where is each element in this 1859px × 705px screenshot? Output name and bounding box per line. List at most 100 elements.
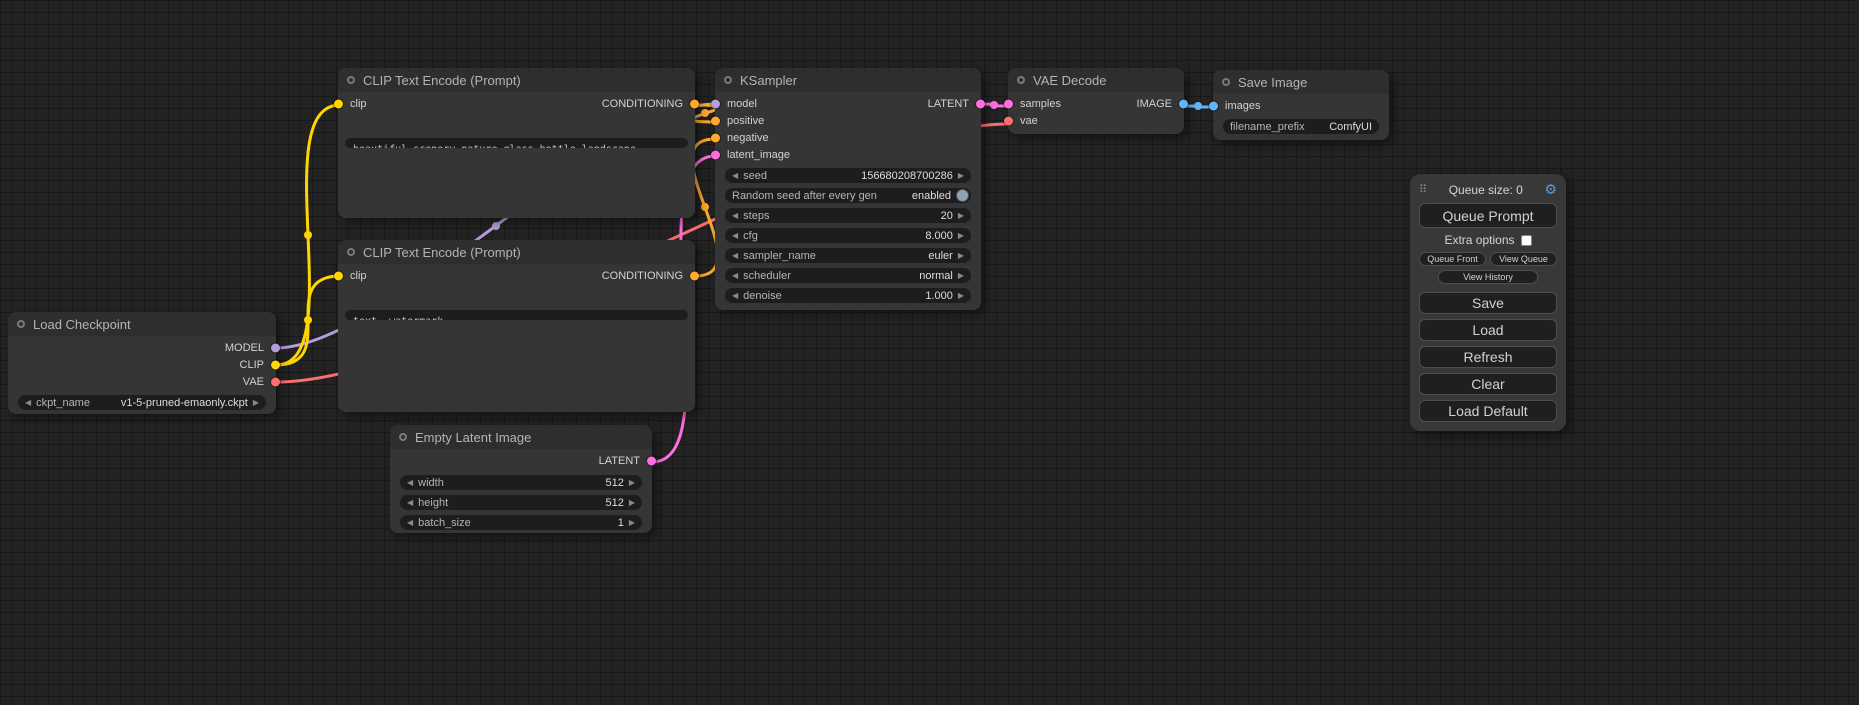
widget-steps[interactable]: ◀ steps 20 ▶ (725, 208, 971, 223)
widget-value: 1 (618, 517, 624, 529)
increment-arrow-icon[interactable]: ▶ (958, 272, 964, 280)
node-title-bar[interactable]: Load Checkpoint (8, 312, 276, 336)
node-load-checkpoint[interactable]: Load Checkpoint MODEL CLIP VAE ◀ ckpt_na… (8, 312, 276, 414)
output-label: MODEL (225, 342, 264, 354)
collapse-dot-icon[interactable] (399, 433, 407, 441)
positive-input-dot[interactable] (711, 116, 720, 125)
drag-handle-icon[interactable]: ⠿ (1419, 183, 1427, 196)
positive-prompt-textarea[interactable]: beautiful scenery nature glass bottle la… (345, 138, 688, 148)
widget-filename-prefix[interactable]: filename_prefix ComfyUI (1223, 119, 1379, 134)
save-button[interactable]: Save (1419, 292, 1557, 314)
conditioning-output-dot[interactable] (690, 100, 699, 109)
node-graph-canvas[interactable]: Load Checkpoint MODEL CLIP VAE ◀ ckpt_na… (0, 0, 1859, 705)
increment-arrow-icon[interactable]: ▶ (629, 499, 635, 507)
clip-input-dot[interactable] (334, 100, 343, 109)
increment-arrow-icon[interactable]: ▶ (958, 232, 964, 240)
slot-row: clip CONDITIONING (338, 267, 695, 285)
toggle-knob[interactable] (956, 189, 969, 202)
view-queue-button[interactable]: View Queue (1490, 252, 1557, 266)
widget-label: seed (743, 170, 767, 182)
widget-width[interactable]: ◀ width 512 ▶ (400, 475, 642, 490)
widget-value: ComfyUI (1329, 121, 1372, 133)
link-midpoint-dot (1194, 102, 1202, 110)
node-vae-decode[interactable]: VAE Decode samples IMAGE vae (1008, 68, 1184, 134)
widget-random-seed-toggle[interactable]: Random seed after every gen enabled (725, 188, 971, 203)
images-input-dot[interactable] (1209, 101, 1218, 110)
decrement-arrow-icon[interactable]: ◀ (732, 292, 738, 300)
increment-arrow-icon[interactable]: ▶ (958, 212, 964, 220)
widget-cfg[interactable]: ◀ cfg 8.000 ▶ (725, 228, 971, 243)
decrement-arrow-icon[interactable]: ◀ (732, 212, 738, 220)
view-history-button[interactable]: View History (1438, 270, 1537, 284)
samples-input-dot[interactable] (1004, 99, 1013, 108)
node-title-bar[interactable]: KSampler (715, 68, 981, 92)
model-input-dot[interactable] (711, 99, 720, 108)
widget-height[interactable]: ◀ height 512 ▶ (400, 495, 642, 510)
output-label: CLIP (240, 359, 264, 371)
decrement-arrow-icon[interactable]: ◀ (732, 232, 738, 240)
extra-options-checkbox[interactable] (1521, 235, 1532, 246)
extra-options-label: Extra options (1444, 233, 1514, 247)
increment-arrow-icon[interactable]: ▶ (958, 252, 964, 260)
node-clip-text-encode-negative[interactable]: CLIP Text Encode (Prompt) clip CONDITION… (338, 240, 695, 412)
clip-input-dot[interactable] (334, 272, 343, 281)
image-output-dot[interactable] (1179, 99, 1188, 108)
collapse-dot-icon[interactable] (1222, 78, 1230, 86)
clear-button[interactable]: Clear (1419, 373, 1557, 395)
node-empty-latent-image[interactable]: Empty Latent Image LATENT ◀ width 512 ▶ … (390, 425, 652, 533)
node-save-image[interactable]: Save Image images filename_prefix ComfyU… (1213, 70, 1389, 140)
increment-arrow-icon[interactable]: ▶ (958, 172, 964, 180)
widget-value: euler (928, 250, 952, 262)
widget-sampler-name[interactable]: ◀ sampler_name euler ▶ (725, 248, 971, 263)
vae-input-dot[interactable] (1004, 116, 1013, 125)
increment-arrow-icon[interactable]: ▶ (958, 292, 964, 300)
queue-prompt-button[interactable]: Queue Prompt (1419, 203, 1557, 228)
node-title-bar[interactable]: Empty Latent Image (390, 425, 652, 449)
node-title-bar[interactable]: VAE Decode (1008, 68, 1184, 92)
widget-seed[interactable]: ◀ seed 156680208700286 ▶ (725, 168, 971, 183)
node-title: KSampler (740, 73, 797, 88)
conditioning-output-dot[interactable] (690, 272, 699, 281)
decrement-arrow-icon[interactable]: ◀ (407, 499, 413, 507)
decrement-arrow-icon[interactable]: ◀ (407, 479, 413, 487)
latent-output-dot[interactable] (647, 457, 656, 466)
refresh-button[interactable]: Refresh (1419, 346, 1557, 368)
latent-image-input-dot[interactable] (711, 150, 720, 159)
widget-ckpt-name[interactable]: ◀ ckpt_name v1-5-pruned-emaonly.ckpt ▶ (18, 395, 266, 410)
node-ksampler[interactable]: KSampler model LATENT positive negative … (715, 68, 981, 310)
load-default-button[interactable]: Load Default (1419, 400, 1557, 422)
increment-arrow-icon[interactable]: ▶ (253, 399, 259, 407)
widget-scheduler[interactable]: ◀ scheduler normal ▶ (725, 268, 971, 283)
widget-denoise[interactable]: ◀ denoise 1.000 ▶ (725, 288, 971, 303)
node-title-bar[interactable]: CLIP Text Encode (Prompt) (338, 68, 695, 92)
settings-gear-icon[interactable]: ⚙ (1544, 181, 1557, 198)
collapse-dot-icon[interactable] (724, 76, 732, 84)
output-slot-vae: VAE (8, 373, 276, 390)
latent-output-dot[interactable] (976, 99, 985, 108)
increment-arrow-icon[interactable]: ▶ (629, 479, 635, 487)
collapse-dot-icon[interactable] (1017, 76, 1025, 84)
model-output-dot[interactable] (271, 343, 280, 352)
node-title-bar[interactable]: CLIP Text Encode (Prompt) (338, 240, 695, 264)
collapse-dot-icon[interactable] (347, 76, 355, 84)
node-title: Save Image (1238, 75, 1307, 90)
decrement-arrow-icon[interactable]: ◀ (732, 252, 738, 260)
decrement-arrow-icon[interactable]: ◀ (407, 519, 413, 527)
decrement-arrow-icon[interactable]: ◀ (732, 172, 738, 180)
widget-batch-size[interactable]: ◀ batch_size 1 ▶ (400, 515, 642, 530)
collapse-dot-icon[interactable] (17, 320, 25, 328)
node-clip-text-encode-positive[interactable]: CLIP Text Encode (Prompt) clip CONDITION… (338, 68, 695, 218)
load-button[interactable]: Load (1419, 319, 1557, 341)
node-title-bar[interactable]: Save Image (1213, 70, 1389, 94)
negative-input-dot[interactable] (711, 133, 720, 142)
clip-output-dot[interactable] (271, 360, 280, 369)
decrement-arrow-icon[interactable]: ◀ (732, 272, 738, 280)
increment-arrow-icon[interactable]: ▶ (629, 519, 635, 527)
negative-prompt-textarea[interactable]: text, watermark (345, 310, 688, 320)
input-label-images: images (1225, 100, 1260, 112)
vae-output-dot[interactable] (271, 377, 280, 386)
widget-label: batch_size (418, 517, 471, 529)
collapse-dot-icon[interactable] (347, 248, 355, 256)
decrement-arrow-icon[interactable]: ◀ (25, 399, 31, 407)
queue-front-button[interactable]: Queue Front (1419, 252, 1486, 266)
